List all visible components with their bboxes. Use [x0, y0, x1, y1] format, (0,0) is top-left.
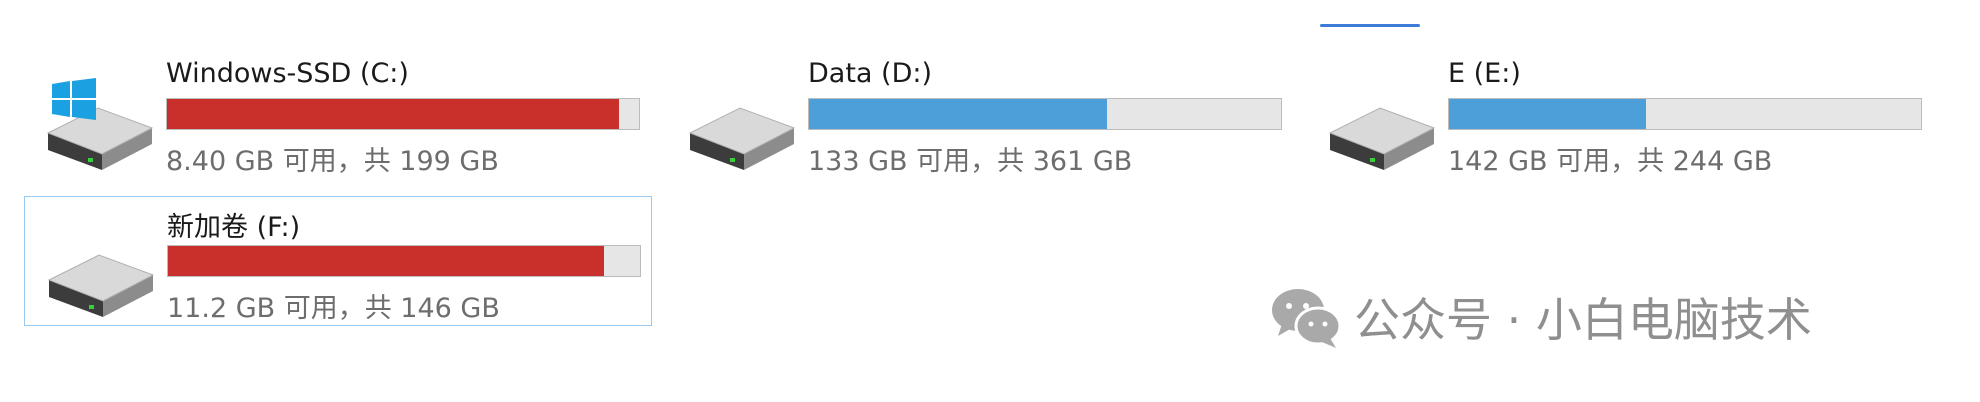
usage-bar-fill	[1449, 99, 1647, 129]
drive-name: E (E:)	[1448, 58, 1521, 89]
usage-bar	[1448, 98, 1922, 130]
drive-e[interactable]: E (E:) 142 GB 可用，共 244 GB	[1306, 50, 1934, 180]
hard-drive-icon	[688, 107, 796, 170]
hard-drive-icon	[1328, 107, 1436, 170]
drive-d[interactable]: Data (D:) 133 GB 可用，共 361 GB	[666, 50, 1294, 180]
drive-space: 8.40 GB 可用，共 199 GB	[166, 146, 499, 177]
usage-bar	[167, 245, 641, 277]
watermark-text: 公众号 · 小白电脑技术	[1354, 293, 1812, 347]
drive-space: 133 GB 可用，共 361 GB	[808, 146, 1133, 177]
hard-drive-icon	[47, 254, 155, 317]
drive-name: 新加卷 (F:)	[167, 212, 301, 243]
drive-name: Windows-SSD (C:)	[166, 58, 409, 89]
drive-c[interactable]: Windows-SSD (C:) 8.40 GB 可用，共 199 GB	[24, 50, 652, 180]
usage-bar	[808, 98, 1282, 130]
usage-bar-fill	[168, 246, 604, 276]
usage-bar-fill	[809, 99, 1108, 129]
drive-f[interactable]: 新加卷 (F:) 11.2 GB 可用，共 146 GB	[24, 196, 652, 326]
drive-name: Data (D:)	[808, 58, 933, 89]
selection-indicator	[1320, 24, 1420, 27]
usage-bar-fill	[167, 99, 620, 129]
wechat-icon	[1272, 289, 1342, 348]
usage-bar	[166, 98, 640, 130]
drive-space: 142 GB 可用，共 244 GB	[1448, 146, 1773, 177]
drive-space: 11.2 GB 可用，共 146 GB	[167, 293, 500, 324]
watermark: 公众号 · 小白电脑技术	[1268, 284, 1812, 350]
windows-drive-icon	[46, 78, 154, 170]
